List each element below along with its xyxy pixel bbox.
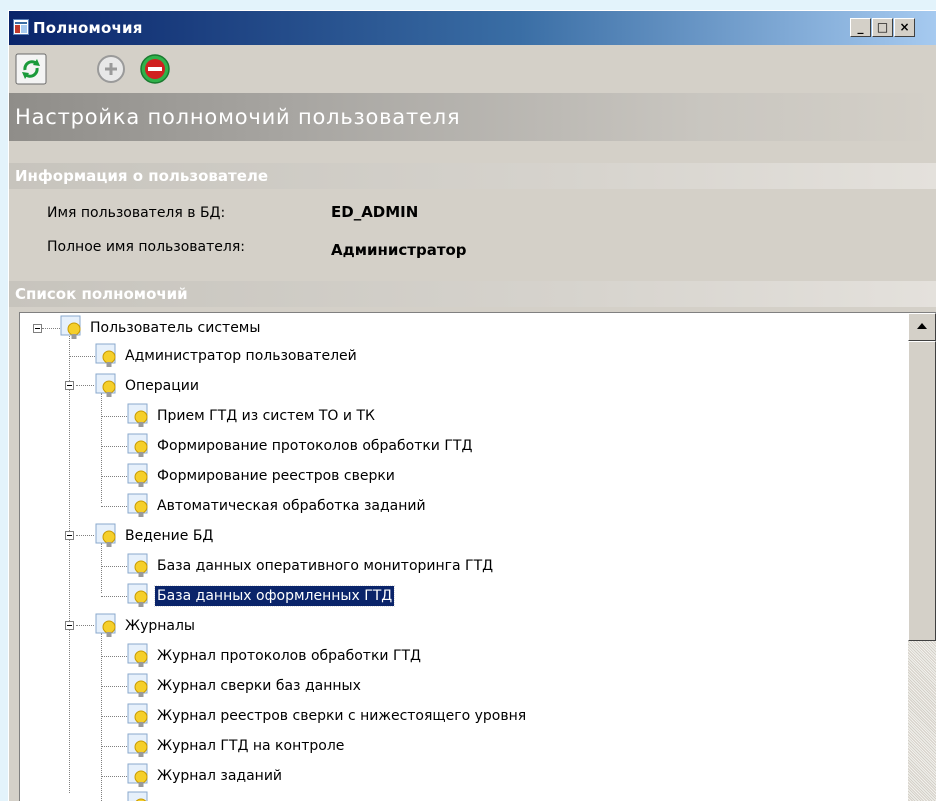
user-info-section-title: Информация о пользователе xyxy=(9,163,936,189)
tree-hline xyxy=(101,566,127,567)
tree-line-db xyxy=(101,543,102,593)
tree-hline xyxy=(76,625,94,626)
maximize-button[interactable]: □ xyxy=(872,18,893,37)
permissions-window: Полномочия _ □ × Настройка полномочий по… xyxy=(8,10,936,801)
permission-bulb-icon xyxy=(127,493,148,517)
tree-node-ops-item[interactable]: Автоматическая обработка заданий xyxy=(155,496,428,516)
page-title: Настройка полномочий пользователя xyxy=(9,93,936,141)
expander-root[interactable] xyxy=(33,324,42,333)
tree-node-db-item[interactable]: База данных оперативного мониторинга ГТД xyxy=(155,556,495,576)
tree-node-journal-item[interactable]: Журнал сверки баз данных xyxy=(155,676,363,696)
tree-node-journal-item[interactable]: Журнал реестров сверки с нижестоящего ур… xyxy=(155,706,528,726)
tree-node-journal-item[interactable]: Журнал заданий xyxy=(155,766,284,786)
scroll-up-button[interactable] xyxy=(908,313,936,341)
tree-hline xyxy=(101,446,127,447)
db-user-value: ED_ADMIN xyxy=(331,203,419,221)
full-name-label: Полное имя пользователя: xyxy=(47,239,245,255)
tree-hline xyxy=(76,535,94,536)
tree-node-admin[interactable]: Администратор пользователей xyxy=(123,346,359,366)
tree-hline xyxy=(101,416,127,417)
tree-hline xyxy=(101,476,127,477)
window-title: Полномочия xyxy=(33,19,143,37)
tree-hline xyxy=(101,746,127,747)
tree-node-db[interactable]: Ведение БД xyxy=(123,526,215,546)
permission-bulb-icon xyxy=(95,373,116,397)
tree-line-ops xyxy=(101,393,102,503)
permission-bulb-icon xyxy=(127,733,148,757)
permission-bulb-icon xyxy=(127,703,148,727)
tree-node-ops-item[interactable]: Прием ГТД из систем ТО и ТК xyxy=(155,406,377,426)
permission-bulb-icon xyxy=(127,791,148,801)
tree-node-journal-item[interactable]: Журнал ГТД на контроле xyxy=(155,736,346,756)
permission-bulb-icon xyxy=(127,583,148,607)
tree-node-selected[interactable]: База данных оформленных ГТД xyxy=(153,585,396,607)
permission-bulb-icon xyxy=(127,433,148,457)
toolbar xyxy=(9,45,936,93)
tree-hline xyxy=(101,686,127,687)
expander-journals[interactable] xyxy=(65,621,74,630)
permission-bulb-icon xyxy=(127,763,148,787)
full-name-value: Администратор xyxy=(331,241,467,259)
permissions-tree[interactable]: Пользователь системы Администратор польз… xyxy=(19,312,936,801)
refresh-button[interactable] xyxy=(15,53,47,85)
permission-bulb-icon xyxy=(95,613,116,637)
tree-node-journal-item[interactable]: Журнал протоколов обработки ГТД xyxy=(155,646,423,666)
db-user-label: Имя пользователя в БД: xyxy=(47,205,226,221)
minimize-button[interactable]: _ xyxy=(850,18,871,37)
title-bar[interactable]: Полномочия _ □ × xyxy=(9,11,936,45)
expander-db[interactable] xyxy=(65,531,74,540)
tree-hline xyxy=(101,506,127,507)
permission-bulb-icon xyxy=(127,463,148,487)
scroll-thumb[interactable] xyxy=(908,341,936,641)
permission-bulb-icon xyxy=(127,643,148,667)
expander-ops[interactable] xyxy=(65,381,74,390)
tree-hline xyxy=(76,385,94,386)
close-button[interactable]: × xyxy=(894,18,915,37)
tree-line-level1 xyxy=(69,333,70,793)
add-button[interactable] xyxy=(95,53,127,85)
tree-hline xyxy=(101,776,127,777)
tree-hline xyxy=(101,656,127,657)
permission-bulb-icon xyxy=(95,523,116,547)
remove-button[interactable] xyxy=(139,53,171,85)
tree-hline xyxy=(101,716,127,717)
permission-bulb-icon xyxy=(127,553,148,577)
permissions-section-title: Список полномочий xyxy=(9,281,936,307)
window-app-icon xyxy=(13,19,29,35)
permission-bulb-icon xyxy=(95,343,116,367)
permission-bulb-icon xyxy=(60,315,81,339)
tree-hline xyxy=(42,328,60,329)
tree-hline xyxy=(101,596,127,597)
tree-hline xyxy=(69,356,95,357)
tree-content: Пользователь системы Администратор польз… xyxy=(20,313,908,801)
tree-node-ops[interactable]: Операции xyxy=(123,376,201,396)
tree-node-ops-item[interactable]: Формирование реестров сверки xyxy=(155,466,397,486)
permission-bulb-icon xyxy=(127,403,148,427)
tree-node-journals[interactable]: Журналы xyxy=(123,616,197,636)
tree-node-root[interactable]: Пользователь системы xyxy=(88,318,262,338)
permission-bulb-icon xyxy=(127,673,148,697)
tree-node-ops-item[interactable]: Формирование протоколов обработки ГТД xyxy=(155,436,474,456)
tree-vertical-scrollbar[interactable] xyxy=(908,313,936,801)
